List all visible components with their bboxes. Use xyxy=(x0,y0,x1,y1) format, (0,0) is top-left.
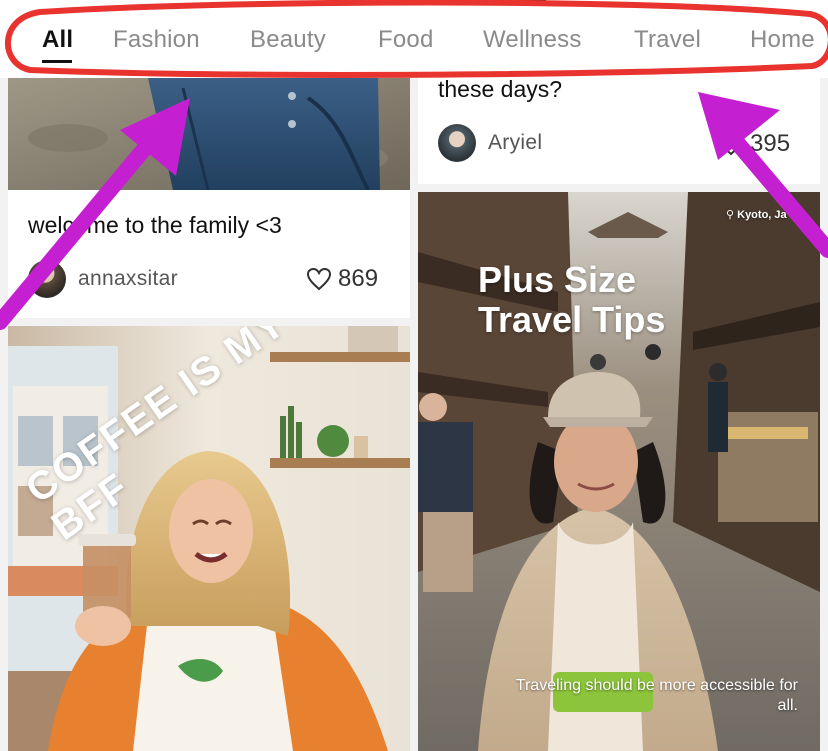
status-indicator xyxy=(480,0,546,3)
tab-wellness[interactable]: Wellness xyxy=(483,26,582,54)
avatar[interactable] xyxy=(28,260,66,298)
post-card[interactable]: ⚲ Kyoto, Ja Plus Size Travel Tips Travel… xyxy=(418,192,820,751)
username[interactable]: Aryiel xyxy=(488,131,542,155)
active-tab-indicator xyxy=(42,60,72,63)
category-bar: All Fashion Beauty Food Wellness Travel … xyxy=(0,0,828,78)
like-count[interactable]: 395 xyxy=(718,130,790,158)
post-author[interactable]: Aryiel xyxy=(438,124,542,162)
like-count-value: 395 xyxy=(750,130,791,157)
overlay-title: Plus Size Travel Tips xyxy=(478,259,666,340)
location-label: ⚲ Kyoto, Ja xyxy=(726,208,787,221)
post-card[interactable]: welcome to the family <3 annaxsitar 869 xyxy=(8,78,410,318)
like-count-value: 869 xyxy=(338,265,379,292)
post-author[interactable]: annaxsitar xyxy=(28,260,178,298)
tab-travel[interactable]: Travel xyxy=(634,26,701,54)
post-image[interactable]: ⚲ Kyoto, Ja Plus Size Travel Tips Travel… xyxy=(418,192,820,751)
post-image[interactable] xyxy=(8,78,410,190)
post-image[interactable]: COFFEE IS MY BFF xyxy=(8,326,410,751)
username[interactable]: annaxsitar xyxy=(78,267,178,291)
post-card[interactable]: COFFEE IS MY BFF xyxy=(8,326,410,751)
tab-food[interactable]: Food xyxy=(378,26,434,54)
like-count[interactable]: 869 xyxy=(306,265,378,293)
tab-all[interactable]: All xyxy=(42,26,73,54)
post-card[interactable]: these days? Aryiel 395 xyxy=(418,78,820,184)
category-tabs: All Fashion Beauty Food Wellness Travel … xyxy=(0,22,828,62)
heart-icon[interactable] xyxy=(718,132,744,156)
overlay-caption: Traveling should be more accessible for … xyxy=(515,677,798,714)
post-title: welcome to the family <3 xyxy=(28,212,282,238)
avatar[interactable] xyxy=(438,124,476,162)
location-text: Kyoto, Ja xyxy=(737,209,787,221)
tab-fashion[interactable]: Fashion xyxy=(113,26,200,54)
tab-beauty[interactable]: Beauty xyxy=(250,26,326,54)
location-pin-icon: ⚲ xyxy=(726,209,735,221)
heart-icon[interactable] xyxy=(306,267,332,291)
post-title: these days? xyxy=(438,78,563,102)
tab-home[interactable]: Home xyxy=(750,26,815,54)
